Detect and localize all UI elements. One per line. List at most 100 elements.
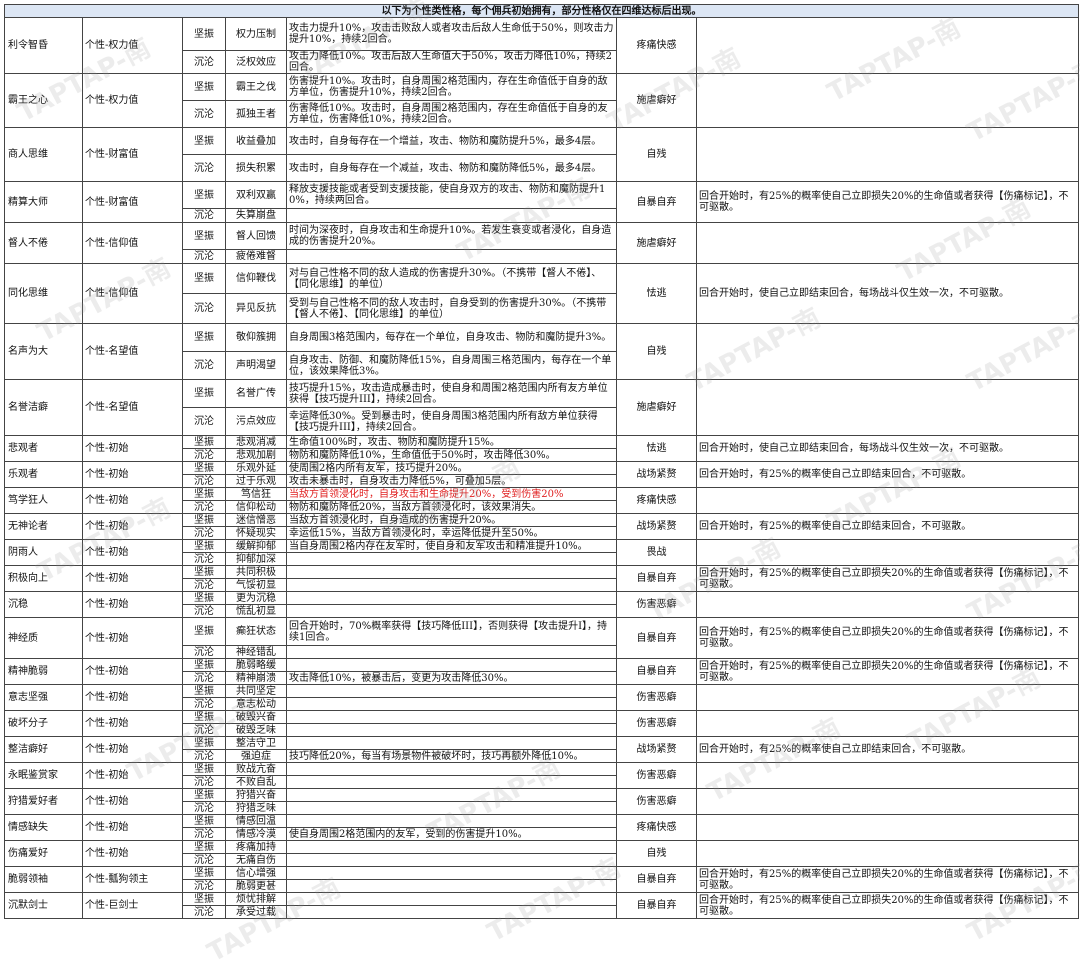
skill-name: 过于乐观 <box>225 474 287 488</box>
skill-description <box>286 684 617 698</box>
skill-name: 双利双赢 <box>225 181 287 209</box>
result-effect <box>695 762 1080 789</box>
state-label: 沉沦 <box>182 905 226 919</box>
table-row: 积极向上 个性-初始 坚振 共同积极 自暴自弃 回合开始时，有25%的概率使自己立即损失2… <box>4 565 1080 592</box>
trait-category: 个性-初始 <box>82 617 183 659</box>
trait-category: 个性-初始 <box>82 658 183 685</box>
state-label: 坚振 <box>182 736 226 750</box>
trait-name: 沉稳 <box>4 591 83 618</box>
skill-description <box>286 565 617 579</box>
table-row: 意志坚强 个性-初始 坚振 共同坚定 伤害恶癖 <box>4 684 1080 711</box>
skill-description <box>286 879 617 893</box>
skill-description: 幸运降低30%。受到暴击时，使自身周围3格范围内所有敌方单位获得【技巧提升III… <box>286 407 617 436</box>
table-row: 利令智昏 个性-权力值 坚振 权力压制 攻击力提升10%，攻击击败敌人或者攻击后敌人生命… <box>4 17 1080 74</box>
table-row: 神经质 个性-初始 坚振 癫狂状态 回合开始时，70%概率获得【技巧降低III】，否则获… <box>4 617 1080 659</box>
skill-description: 攻击未暴击时，自身攻击力降低5%，可叠加5层。 <box>286 474 617 488</box>
skill-name: 疼痛加持 <box>225 840 287 854</box>
result-effect <box>695 591 1080 618</box>
skill-name: 信仰鞭伐 <box>225 263 287 294</box>
skill-description <box>286 604 617 618</box>
skill-name: 权力压制 <box>225 17 287 51</box>
result-effect <box>695 487 1080 514</box>
skill-description: 对与自己性格不同的敌人造成的伤害提升30%。（不携带【督人不倦】、【同化思维】的… <box>286 263 617 294</box>
skill-description: 伤害提升10%。攻击时，自身周围2格范围内，存在生命值低于自身的敌方单位，伤害提… <box>286 73 617 101</box>
result-effect: 回合开始时，有25%的概率使自己立即损失20%的生命值或者获得【伤痛标记】，不可… <box>695 617 1080 659</box>
skill-description <box>286 710 617 724</box>
table-row: 名誉洁癖 个性-名望值 坚振 名誉广传 技巧提升15%，攻击造成暴击时，使自身和周围2格… <box>4 379 1080 436</box>
skill-name: 异见反抗 <box>225 293 287 324</box>
skill-name: 失算崩盘 <box>225 208 287 223</box>
trait-name: 商人思维 <box>4 127 83 182</box>
collapse-result: 自残 <box>616 840 697 867</box>
trait-category: 个性-初始 <box>82 591 183 618</box>
skill-name: 脆弱略缓 <box>225 658 287 672</box>
state-label: 沉沦 <box>182 293 226 324</box>
result-effect: 回合开始时，有25%的概率使自己立即损失20%的生命值或者获得【伤痛标记】，不可… <box>695 658 1080 685</box>
result-effect <box>695 814 1080 841</box>
table-row: 精算大师 个性-财富值 坚振 双利双赢 释放支援技能或者受到支援技能，使自身双方的攻击、… <box>4 181 1080 223</box>
skill-description: 攻击时，自身每存在一个减益，攻击、物防和魔防降低5%，最多4层。 <box>286 154 617 182</box>
state-label: 沉沦 <box>182 801 226 815</box>
skill-name: 败战亢奋 <box>225 762 287 776</box>
result-effect: 回合开始时，有25%的概率使自己立即损失20%的生命值或者获得【伤痛标记】，不可… <box>695 892 1080 919</box>
skill-description: 技巧降低20%，每当有场景物件被破坏时，技巧再额外降低10%。 <box>286 749 617 763</box>
table-row: 阴雨人 个性-初始 坚振 缓解抑郁 当自身周围2格内存在友军时，使自身和友军攻击和精准提… <box>4 539 1080 566</box>
collapse-result: 自残 <box>616 323 697 380</box>
skill-name: 意志松动 <box>225 697 287 711</box>
result-effect: 回合开始时，有25%的概率使自己立即结束回合，不可驱散。 <box>695 736 1080 763</box>
state-label: 沉沦 <box>182 208 226 223</box>
state-label: 沉沦 <box>182 351 226 380</box>
state-label: 沉沦 <box>182 500 226 514</box>
table-row: 精神脆弱 个性-初始 坚振 脆弱略缓 自暴自弃 回合开始时，有25%的概率使自己立即损失2… <box>4 658 1080 685</box>
state-label: 沉沦 <box>182 827 226 841</box>
collapse-result: 伤害恶癖 <box>616 591 697 618</box>
skill-description <box>286 658 617 672</box>
skill-description: 生命值100%时，攻击、物防和魔防提升15%。 <box>286 435 617 449</box>
result-effect <box>695 73 1080 128</box>
trait-category: 个性-权力值 <box>82 73 183 128</box>
skill-name: 共同积极 <box>225 565 287 579</box>
state-label: 坚振 <box>182 435 226 449</box>
table-row: 督人不倦 个性-信仰值 坚振 督人回馈 时间为深夜时，自身攻击和生命提升10%。若发生衰… <box>4 222 1080 264</box>
collapse-result: 怯逃 <box>616 435 697 462</box>
skill-name: 督人回馈 <box>225 222 287 250</box>
skill-description <box>286 801 617 815</box>
result-effect: 回合开始时，有25%的概率使自己立即损失20%的生命值或者获得【伤痛标记】，不可… <box>695 565 1080 592</box>
personality-trait-table: 以下为个性类性格，每个佣兵初始拥有，部分性格仅在四维达标后出现。 利令智昏 个性-… <box>3 4 1080 919</box>
skill-name: 缓解抑郁 <box>225 539 287 553</box>
skill-name: 悲观消减 <box>225 435 287 449</box>
skill-name: 孤独王者 <box>225 100 287 128</box>
trait-name: 精神脆弱 <box>4 658 83 685</box>
trait-name: 无神论者 <box>4 513 83 540</box>
skill-name: 疲倦难督 <box>225 249 287 264</box>
result-effect <box>695 788 1080 815</box>
state-label: 坚振 <box>182 17 226 51</box>
trait-name: 伤痛爱好 <box>4 840 83 867</box>
skill-name: 乐观外延 <box>225 461 287 475</box>
table-row: 脆弱领袖 个性-瓢狗领主 坚振 信心增强 自暴自弃 回合开始时，有25%的概率使自己立即损… <box>4 866 1080 893</box>
state-label: 坚振 <box>182 892 226 906</box>
skill-description <box>286 840 617 854</box>
state-label: 沉沦 <box>182 775 226 789</box>
trait-category: 个性-初始 <box>82 487 183 514</box>
skill-name: 敬仰簇拥 <box>225 323 287 352</box>
collapse-result: 疼痛快感 <box>616 487 697 514</box>
state-label: 坚振 <box>182 565 226 579</box>
trait-category: 个性-初始 <box>82 461 183 488</box>
trait-category: 个性-信仰值 <box>82 222 183 264</box>
trait-category: 个性-初始 <box>82 840 183 867</box>
state-label: 沉沦 <box>182 407 226 436</box>
table-row: 伤痛爱好 个性-初始 坚振 疼痛加持 自残 <box>4 840 1080 867</box>
table-row: 笃学狂人 个性-初始 坚振 笃信狂 当敌方首领浸化时，自身攻击和生命提升20%，受到伤害… <box>4 487 1080 514</box>
skill-name: 悲观加剧 <box>225 448 287 462</box>
skill-name: 收益叠加 <box>225 127 287 155</box>
state-label: 坚振 <box>182 814 226 828</box>
skill-description: 物防和魔防降低20%，当敌方首领浸化时，该效果消失。 <box>286 500 617 514</box>
trait-category: 个性-初始 <box>82 435 183 462</box>
collapse-result: 自暴自弃 <box>616 892 697 919</box>
collapse-result: 战场紧赘 <box>616 736 697 763</box>
state-label: 坚振 <box>182 513 226 527</box>
trait-name: 沉默剑士 <box>4 892 83 919</box>
trait-name: 利令智昏 <box>4 17 83 74</box>
result-effect <box>695 840 1080 867</box>
